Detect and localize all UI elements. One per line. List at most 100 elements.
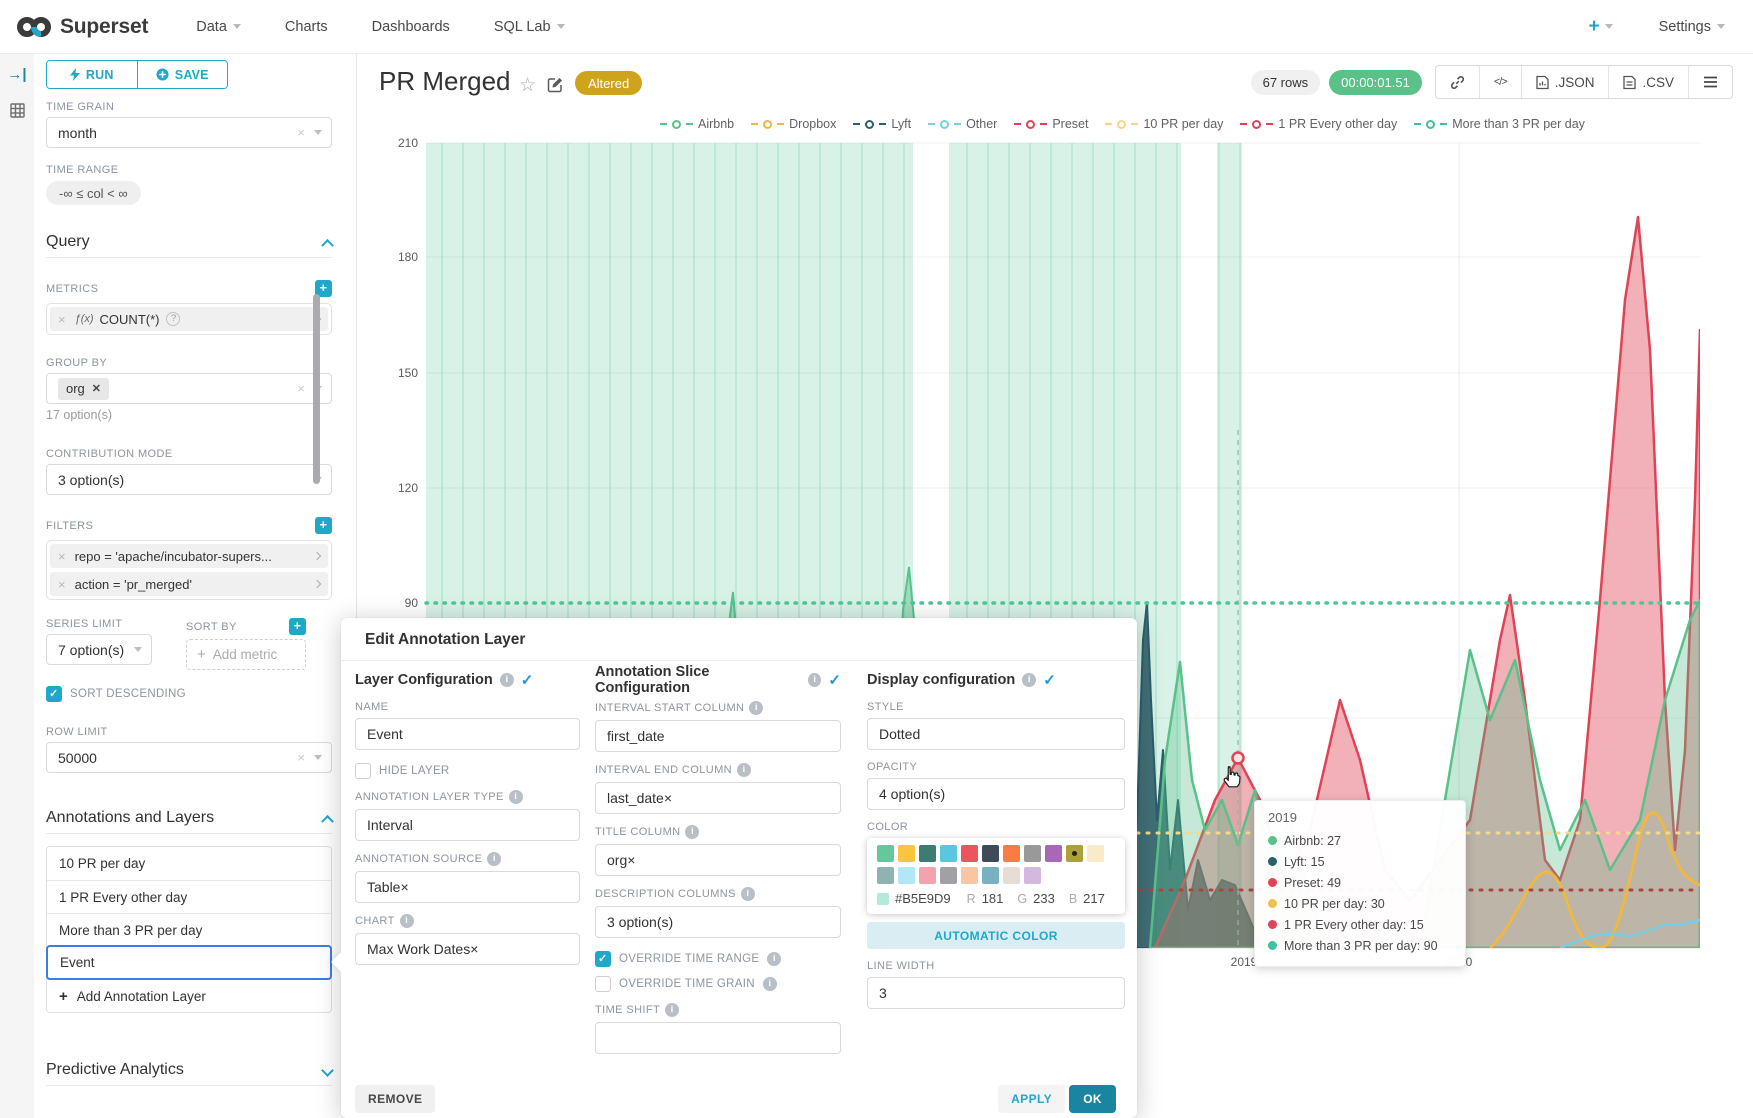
style-select[interactable]: Dotted — [867, 718, 1125, 750]
color-swatch[interactable] — [1024, 867, 1041, 884]
annotation-layer-item[interactable]: 10 PR per day — [47, 847, 331, 880]
checkbox-unchecked-icon[interactable] — [355, 763, 371, 779]
run-button[interactable]: RUN — [47, 61, 137, 88]
checkbox-unchecked-icon[interactable] — [595, 976, 611, 992]
nav-item-sql-lab[interactable]: SQL Lab — [494, 19, 565, 35]
title-column-select[interactable]: org× — [595, 844, 841, 876]
ok-button[interactable]: OK — [1069, 1085, 1116, 1113]
group-by-select[interactable]: org✕ × — [46, 373, 332, 404]
share-link-button[interactable] — [1436, 66, 1479, 98]
superset-logo[interactable]: Superset — [16, 15, 148, 39]
query-section-header[interactable]: Query — [46, 233, 332, 251]
color-swatch[interactable] — [961, 867, 978, 884]
sidebar-scrollbar[interactable] — [313, 294, 320, 484]
color-swatch[interactable] — [919, 845, 936, 862]
automatic-color-button[interactable]: AUTOMATIC COLOR — [867, 922, 1125, 949]
time-shift-input[interactable] — [595, 1022, 841, 1054]
line-width-input[interactable] — [867, 977, 1125, 1009]
contribution-mode-select[interactable]: 3 option(s) — [46, 464, 332, 495]
color-swatch[interactable] — [1003, 845, 1020, 862]
color-swatch[interactable] — [1003, 867, 1020, 884]
add-sort-metric-button[interactable]: + — [289, 618, 306, 635]
remove-button[interactable]: REMOVE — [355, 1085, 435, 1113]
time-range-pill[interactable]: -∞ ≤ col < ∞ — [46, 181, 141, 205]
favorite-star-icon[interactable]: ☆ — [519, 74, 536, 97]
row-limit-select[interactable]: 50000 × — [46, 742, 332, 773]
collapse-panel-icon[interactable]: →| — [7, 66, 26, 83]
name-input[interactable] — [355, 718, 580, 750]
color-swatch[interactable] — [1045, 845, 1062, 862]
color-swatch[interactable] — [940, 845, 957, 862]
annotation-layer-item[interactable]: More than 3 PR per day — [47, 913, 331, 946]
interval-start-select[interactable]: first_date — [595, 720, 841, 752]
chart-menu-button[interactable] — [1688, 66, 1732, 98]
override-time-range-checkbox[interactable]: OVERRIDE TIME RANGEi — [595, 951, 841, 967]
clear-icon[interactable]: × — [297, 750, 305, 765]
legend-item-preset[interactable]: Preset — [1014, 117, 1088, 131]
color-swatch[interactable] — [898, 867, 915, 884]
nav-item-dashboards[interactable]: Dashboards — [372, 19, 450, 35]
annotation-source-select[interactable]: Table× — [355, 871, 580, 903]
color-swatch[interactable] — [877, 867, 894, 884]
remove-icon[interactable]: × — [58, 312, 66, 327]
group-by-chip[interactable]: org✕ — [58, 378, 109, 400]
clear-icon[interactable]: × — [297, 381, 305, 396]
chart-select[interactable]: Max Work Dates× — [355, 933, 580, 965]
checkbox-checked-icon[interactable] — [595, 951, 611, 967]
remove-icon[interactable]: × — [58, 549, 66, 564]
override-time-grain-checkbox[interactable]: OVERRIDE TIME GRAINi — [595, 976, 841, 992]
legend-item-lyft[interactable]: Lyft — [853, 117, 911, 131]
export-json-button[interactable]: .JSON — [1521, 66, 1609, 98]
annotations-section-header[interactable]: Annotations and Layers — [46, 809, 332, 827]
b-value[interactable]: 217 — [1083, 891, 1105, 906]
color-swatch[interactable] — [919, 867, 936, 884]
r-value[interactable]: 181 — [982, 891, 1004, 906]
remove-icon[interactable]: × — [58, 577, 66, 592]
color-swatch[interactable] — [940, 867, 957, 884]
embed-code-button[interactable]: </> — [1479, 66, 1521, 98]
opacity-select[interactable]: 4 option(s) — [867, 778, 1125, 810]
clear-icon[interactable]: × — [664, 790, 672, 806]
color-swatch[interactable] — [982, 845, 999, 862]
color-swatch[interactable] — [1087, 845, 1104, 862]
legend-item-more-than-3-pr[interactable]: More than 3 PR per day — [1414, 117, 1585, 131]
time-grain-select[interactable]: month × — [46, 117, 332, 148]
g-value[interactable]: 233 — [1033, 891, 1055, 906]
hover-point-marker[interactable] — [1233, 753, 1244, 764]
legend-item-10-pr-per-day[interactable]: 10 PR per day — [1105, 117, 1223, 131]
add-annotation-layer-button[interactable]: + Add Annotation Layer — [47, 979, 331, 1012]
color-swatch-selected[interactable] — [1066, 845, 1083, 862]
altered-badge[interactable]: Altered — [575, 71, 642, 95]
settings-menu[interactable]: Settings — [1659, 19, 1725, 35]
color-swatch[interactable] — [1024, 845, 1041, 862]
color-swatch[interactable] — [961, 845, 978, 862]
series-limit-select[interactable]: 7 option(s) — [46, 634, 152, 665]
annotation-layer-item[interactable]: 1 PR Every other day — [47, 880, 331, 913]
interval-end-select[interactable]: last_date× — [595, 782, 841, 814]
legend-item-dropbox[interactable]: Dropbox — [751, 117, 836, 131]
clear-icon[interactable]: × — [470, 941, 478, 957]
clear-icon[interactable]: × — [400, 879, 408, 895]
filter-chip[interactable]: × repo = 'apache/incubator-supers... — [50, 544, 328, 568]
remove-icon[interactable]: ✕ — [92, 382, 101, 395]
clear-icon[interactable]: × — [297, 125, 305, 140]
hex-value[interactable]: #B5E9D9 — [895, 891, 951, 906]
checkbox-checked-icon[interactable] — [46, 686, 62, 702]
new-item-button[interactable]: + — [1588, 16, 1612, 38]
nav-item-data[interactable]: Data — [196, 19, 241, 35]
save-button[interactable]: SAVE — [137, 61, 228, 88]
legend-item-airbnb[interactable]: Airbnb — [660, 117, 734, 131]
annotation-layer-item-selected[interactable]: Event — [46, 945, 332, 980]
clear-icon[interactable]: × — [627, 852, 635, 868]
edit-properties-icon[interactable] — [547, 76, 564, 98]
predictive-section-header[interactable]: Predictive Analytics — [46, 1061, 332, 1079]
datasource-grid-icon[interactable] — [10, 103, 25, 118]
color-swatch[interactable] — [898, 845, 915, 862]
hide-layer-checkbox[interactable]: HIDE LAYER — [355, 763, 580, 779]
sort-by-add-metric[interactable]: + Add metric — [186, 639, 306, 670]
sort-descending-checkbox[interactable]: SORT DESCENDING — [46, 686, 332, 702]
description-columns-select[interactable]: 3 option(s) — [595, 906, 841, 938]
legend-item-1-pr-every-other-day[interactable]: 1 PR Every other day — [1240, 117, 1397, 131]
color-swatch[interactable] — [877, 845, 894, 862]
metric-chip[interactable]: × ƒ(x) COUNT(*) ? — [50, 307, 328, 331]
